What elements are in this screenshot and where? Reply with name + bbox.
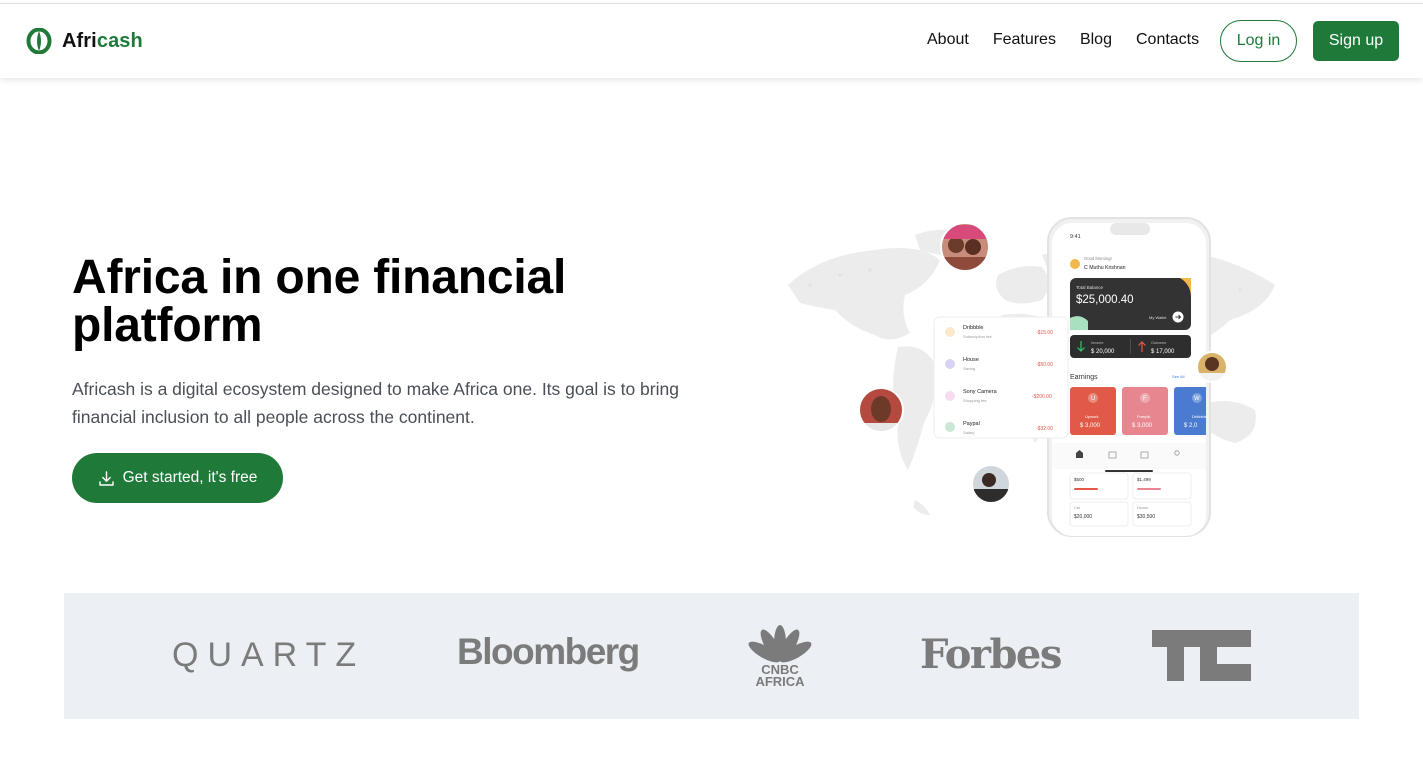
- forbes-logo: Forbes: [920, 631, 1062, 678]
- earning-card-2-amount: $ 3,000: [1132, 423, 1153, 429]
- phone-user: C Muthu Krishnan: [1084, 265, 1126, 271]
- press-logos-strip: QUARTZ Bloomberg CNBC AFRICA Forbes: [64, 593, 1359, 719]
- brand-name: Africash: [62, 30, 143, 53]
- nav-link-contacts[interactable]: Contacts: [1136, 31, 1199, 49]
- wallet-label: My Wallet: [1149, 315, 1167, 320]
- earning-card-3-name: Dribbble: [1192, 414, 1208, 419]
- earning-card-1-amount: $ 3,000: [1080, 423, 1101, 429]
- transaction-4-sub: Salary: [963, 430, 974, 435]
- transaction-3-name: Sony Camera: [963, 389, 998, 395]
- transactions-card: Dribbble Subscription fee -$15.00 House …: [933, 316, 1069, 439]
- transaction-1-amount: -$15.00: [1036, 330, 1053, 336]
- transaction-2-name: House: [963, 357, 979, 363]
- nav-links: About Features Blog Contacts: [927, 31, 1199, 49]
- leaf-ring-icon: [26, 28, 52, 54]
- see-all-link: See All: [1172, 374, 1185, 379]
- earning-card-3-amount: $ 2,0: [1184, 423, 1198, 429]
- bottom-cell-2-amount: $1,499: [1137, 477, 1151, 482]
- bottom-cell-3-amount: $20,000: [1074, 514, 1092, 520]
- hero-title: Africa in one financial platform: [72, 251, 567, 352]
- bloomberg-logo: Bloomberg: [457, 631, 640, 672]
- earning-card-2-letter: F: [1143, 396, 1147, 402]
- cnbc-africa-logo: CNBC AFRICA: [755, 662, 805, 689]
- signup-button[interactable]: Sign up: [1313, 21, 1399, 61]
- login-button[interactable]: Log in: [1220, 20, 1297, 62]
- balance-label: Total Balance: [1076, 285, 1104, 290]
- app-illustration: 9:41 Good Morning! C Muthu Krishnan Tota…: [788, 217, 1275, 537]
- transaction-3-amount: -$200.00: [1032, 394, 1052, 400]
- navbar: Africash About Features Blog Contacts Lo…: [0, 4, 1423, 78]
- transaction-2-amount: -$50.00: [1036, 362, 1053, 368]
- phone-time: 9:41: [1070, 234, 1081, 240]
- income-value: $ 20,000: [1091, 349, 1115, 355]
- bottom-cell-4-amount: $30,500: [1137, 514, 1155, 520]
- transaction-4-amount: -$32.00: [1036, 426, 1053, 432]
- hero-description: Africash is a digital ecosystem designed…: [72, 379, 679, 427]
- income-label: Income: [1091, 341, 1103, 345]
- get-started-label: Get started, it's free: [122, 469, 258, 486]
- outcome-value: $ 17,000: [1151, 349, 1175, 355]
- phone-mockup: 9:41 Good Morning! C Muthu Krishnan Tota…: [1047, 217, 1211, 537]
- earning-card-1-name: Upwork: [1085, 414, 1099, 419]
- transaction-4-name: Paypal: [963, 421, 980, 427]
- transaction-1-sub: Subscription fee: [963, 334, 992, 339]
- techcrunch-logo-icon: [1152, 630, 1251, 681]
- bottom-cell-1-amount: $500: [1074, 477, 1085, 482]
- balance-value: $25,000.40: [1076, 294, 1134, 306]
- earnings-title: Earnings: [1070, 374, 1098, 381]
- brand-logo-link[interactable]: Africash: [26, 28, 143, 54]
- download-icon: [98, 470, 114, 486]
- transaction-1-name: Dribbble: [963, 325, 983, 331]
- transaction-2-sub: Saving: [963, 366, 975, 371]
- nav-link-about[interactable]: About: [927, 31, 969, 49]
- transaction-3-sub: Shopping fee: [963, 398, 987, 403]
- brand-name-part1: Afri: [62, 29, 97, 52]
- earning-card-1-letter: U: [1091, 396, 1095, 402]
- quartz-logo: QUARTZ: [172, 636, 366, 674]
- earning-card-3-letter: W: [1194, 396, 1200, 402]
- nav-link-features[interactable]: Features: [993, 31, 1056, 49]
- brand-name-part2: cash: [96, 29, 143, 52]
- earning-card-2: F Freepik $ 3,000: [1122, 387, 1168, 435]
- earning-card-1: U Upwork $ 3,000: [1070, 387, 1116, 435]
- bottom-cell-3-label: Car: [1074, 506, 1081, 510]
- nav-link-blog[interactable]: Blog: [1080, 31, 1112, 49]
- earning-card-2-name: Freepik: [1137, 414, 1150, 419]
- phone-greeting: Good Morning!: [1084, 256, 1112, 261]
- bottom-cell-4-label: House: [1137, 506, 1148, 510]
- outcome-label: Outcome: [1151, 341, 1166, 345]
- get-started-button[interactable]: Get started, it's free: [72, 453, 283, 503]
